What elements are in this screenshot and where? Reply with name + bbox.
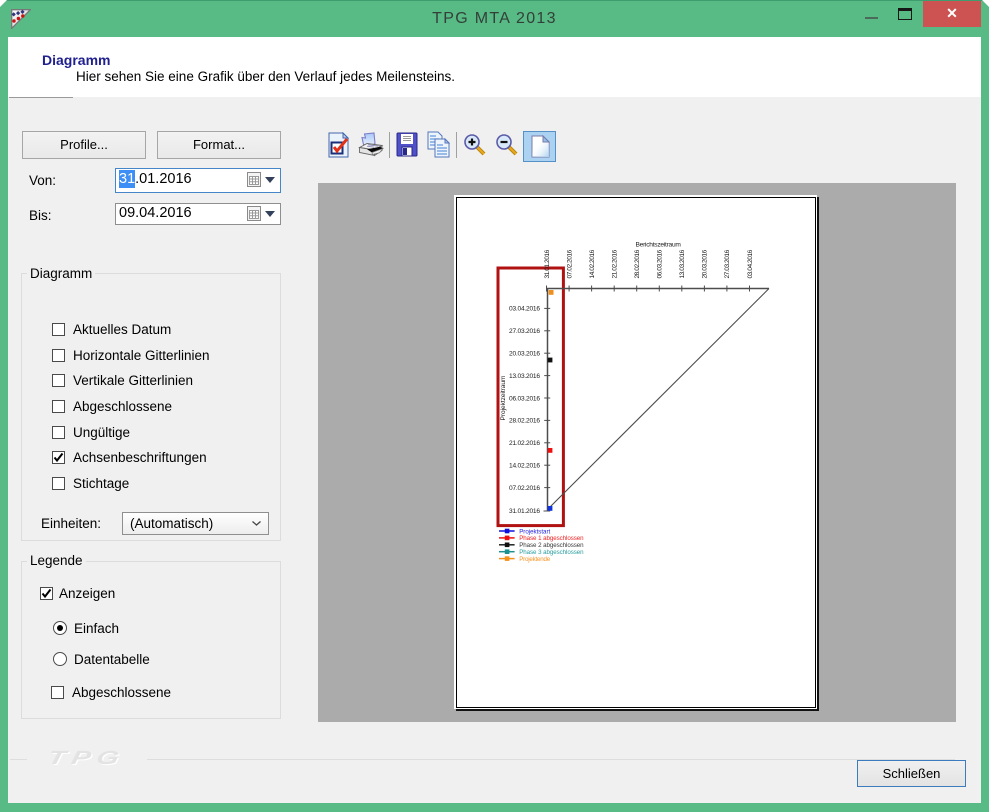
svg-text:Berichtszeitraum: Berichtszeitraum <box>636 242 682 249</box>
svg-text:Projektzeitraum: Projektzeitraum <box>500 375 507 421</box>
svg-text:06.03.2016: 06.03.2016 <box>509 395 540 402</box>
svg-text:28.02.2016: 28.02.2016 <box>634 249 641 278</box>
svg-text:21.02.2016: 21.02.2016 <box>509 440 540 447</box>
svg-text:21.02.2016: 21.02.2016 <box>612 249 619 278</box>
svg-text:03.04.2016: 03.04.2016 <box>509 306 540 313</box>
svg-text:Projektende: Projektende <box>519 556 551 563</box>
svg-text:13.03.2016: 13.03.2016 <box>679 249 686 278</box>
svg-text:13.03.2016: 13.03.2016 <box>509 373 540 380</box>
svg-text:27.03.2016: 27.03.2016 <box>509 328 540 335</box>
svg-text:20.03.2016: 20.03.2016 <box>702 249 709 278</box>
svg-text:27.03.2016: 27.03.2016 <box>724 249 731 278</box>
svg-text:28.02.2016: 28.02.2016 <box>509 418 540 425</box>
svg-text:31.01.2016: 31.01.2016 <box>544 249 551 278</box>
svg-text:07.02.2016: 07.02.2016 <box>566 249 573 278</box>
svg-text:31.01.2016: 31.01.2016 <box>509 508 540 515</box>
svg-text:14.02.2016: 14.02.2016 <box>509 463 540 470</box>
svg-text:06.03.2016: 06.03.2016 <box>657 249 664 278</box>
svg-text:20.03.2016: 20.03.2016 <box>509 351 540 358</box>
svg-text:07.02.2016: 07.02.2016 <box>509 485 540 492</box>
svg-text:03.04.2016: 03.04.2016 <box>747 249 754 278</box>
svg-text:14.02.2016: 14.02.2016 <box>589 249 596 278</box>
